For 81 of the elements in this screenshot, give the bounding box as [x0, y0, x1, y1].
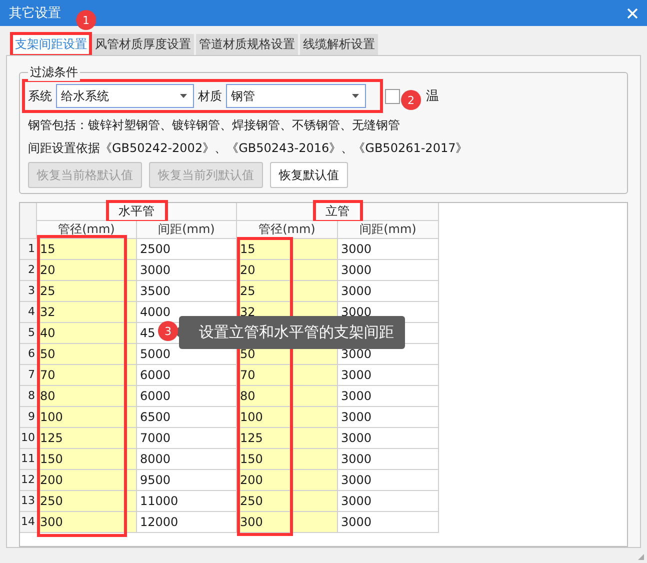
table-cell[interactable]: 150: [37, 449, 137, 470]
row-number: 5: [20, 323, 37, 344]
table-cell[interactable]: 8000: [137, 449, 237, 470]
table-cell[interactable]: 3000: [338, 407, 439, 428]
table-cell[interactable]: 200: [237, 470, 338, 491]
column-header: 管径(mm): [237, 221, 338, 239]
table-cell[interactable]: 3000: [338, 365, 439, 386]
table-cell[interactable]: 11000: [137, 491, 237, 512]
row-number: 13: [20, 491, 37, 512]
table-cell[interactable]: 70: [237, 365, 338, 386]
table-cell[interactable]: 32: [37, 302, 137, 323]
field-label: 材质: [198, 88, 222, 104]
table-cell[interactable]: 80: [237, 386, 338, 407]
row-number: 8: [20, 386, 37, 407]
table-cell[interactable]: 20: [237, 260, 338, 281]
table-cell[interactable]: 125: [37, 428, 137, 449]
table-cell[interactable]: 7000: [137, 428, 237, 449]
tab[interactable]: 管道材质规格设置: [196, 34, 298, 55]
group-header: 立管: [316, 203, 360, 220]
tab[interactable]: 线缆解析设置: [300, 34, 378, 55]
table-cell[interactable]: 25: [237, 281, 338, 302]
table-cell[interactable]: 70: [37, 365, 137, 386]
row-number: 4: [20, 302, 37, 323]
table-cell[interactable]: 20: [37, 260, 137, 281]
table-cell[interactable]: 3000: [338, 449, 439, 470]
table-cell[interactable]: 250: [37, 491, 137, 512]
restore-button[interactable]: 恢复默认值: [270, 162, 348, 188]
table-cell[interactable]: 100: [37, 407, 137, 428]
table-cell[interactable]: 3000: [338, 491, 439, 512]
group-title: 过滤条件: [28, 64, 80, 81]
row-number: 11: [20, 449, 37, 470]
table-cell[interactable]: 125: [237, 428, 338, 449]
window-title: 其它设置: [9, 5, 61, 22]
table-cell[interactable]: 9500: [137, 470, 237, 491]
table-cell[interactable]: 3000: [338, 239, 439, 260]
table-cell[interactable]: 80: [37, 386, 137, 407]
tab[interactable]: 风管材质厚度设置: [92, 34, 194, 55]
field-label: 系统: [28, 88, 52, 104]
table-cell[interactable]: 3500: [137, 281, 237, 302]
table-cell[interactable]: 300: [37, 512, 137, 533]
column-header: 间距(mm): [137, 221, 237, 239]
row-number: 6: [20, 344, 37, 365]
table-cell[interactable]: 3000: [338, 386, 439, 407]
table-cell[interactable]: 15: [237, 239, 338, 260]
table-cell[interactable]: 250: [237, 491, 338, 512]
tooltip: 设置立管和水平管的支架间距: [179, 316, 405, 349]
table-cell[interactable]: 6500: [137, 407, 237, 428]
table-cell[interactable]: 150: [237, 449, 338, 470]
table-cell[interactable]: 3000: [338, 428, 439, 449]
material-dropdown[interactable]: 钢管: [226, 84, 366, 108]
row-number: 14: [20, 512, 37, 533]
table-cell[interactable]: 25: [37, 281, 137, 302]
column-header: 间距(mm): [338, 221, 439, 239]
table-cell[interactable]: 6000: [137, 386, 237, 407]
table-cell[interactable]: 3000: [137, 260, 237, 281]
row-number: 2: [20, 260, 37, 281]
table-cell[interactable]: 40: [37, 323, 137, 344]
table-cell[interactable]: 200: [37, 470, 137, 491]
row-number: 10: [20, 428, 37, 449]
group-header: 水平管: [108, 203, 164, 220]
tab[interactable]: 支架间距设置: [12, 34, 90, 55]
checkbox-label: 温: [426, 88, 439, 105]
table-cell[interactable]: 100: [237, 407, 338, 428]
note-text: 间距设置依据《GB50242-2002》、《GB50243-2016》、《GB50261-2017》: [27, 140, 469, 157]
system-dropdown[interactable]: 给水系统: [56, 84, 194, 108]
table-cell[interactable]: 50: [37, 344, 137, 365]
table-cell[interactable]: 2500: [137, 239, 237, 260]
table-cell[interactable]: 6000: [137, 365, 237, 386]
table-cell[interactable]: 300: [237, 512, 338, 533]
row-number: 12: [20, 470, 37, 491]
row-number: 3: [20, 281, 37, 302]
row-number: 9: [20, 407, 37, 428]
table-cell[interactable]: 12000: [137, 512, 237, 533]
note-text: 钢管包括：镀锌衬塑钢管、镀锌钢管、焊接钢管、不锈钢管、无缝钢管: [27, 117, 401, 134]
table-cell[interactable]: 15: [37, 239, 137, 260]
table-cell[interactable]: 3000: [338, 512, 439, 533]
table-cell[interactable]: 3000: [338, 281, 439, 302]
table-cell[interactable]: 3000: [338, 470, 439, 491]
row-number: 1: [20, 239, 37, 260]
table-cell[interactable]: 3000: [338, 260, 439, 281]
row-number: 7: [20, 365, 37, 386]
